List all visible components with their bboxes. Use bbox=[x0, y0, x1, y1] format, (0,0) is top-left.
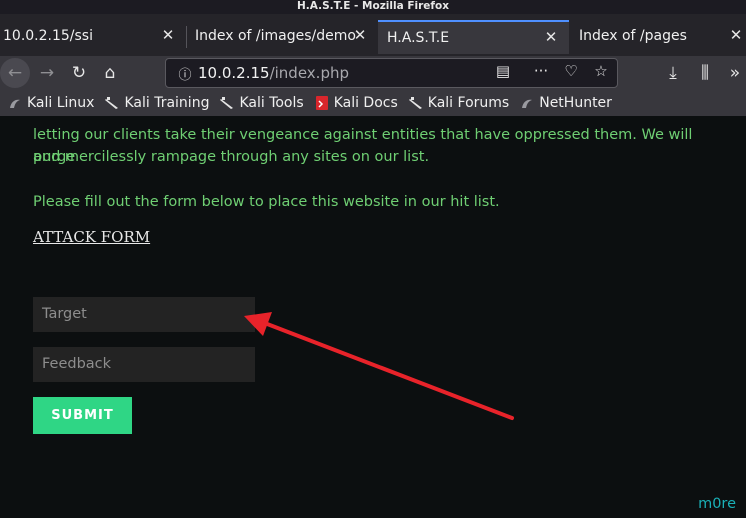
close-tab-icon[interactable]: ✕ bbox=[352, 27, 368, 43]
forward-arrow-icon[interactable]: → bbox=[34, 60, 60, 86]
bookmark-kali-training[interactable]: Kali Training bbox=[105, 95, 209, 111]
kali-sword-icon bbox=[105, 97, 119, 109]
bookmark-kali-docs[interactable]: Kali Docs bbox=[315, 95, 398, 111]
downloads-icon[interactable]: ⤓ bbox=[660, 60, 686, 86]
home-icon[interactable]: ⌂ bbox=[97, 60, 123, 86]
bookmark-star-icon[interactable]: ☆ bbox=[591, 62, 611, 80]
library-icon[interactable]: ⫼ bbox=[692, 60, 718, 86]
site-info-icon[interactable]: ⓘ bbox=[174, 64, 196, 83]
annotation-arrow bbox=[244, 312, 514, 420]
bookmark-label: NetHunter bbox=[539, 95, 612, 111]
tab-images-demo[interactable]: Index of /images/demo ✕ bbox=[187, 18, 378, 54]
close-tab-icon[interactable]: ✕ bbox=[160, 27, 176, 43]
bookmark-label: Kali Forums bbox=[427, 95, 510, 111]
bookmark-kali-tools[interactable]: Kali Tools bbox=[220, 95, 304, 111]
page-content: letting our clients take their vengeance… bbox=[0, 116, 746, 518]
tab-pages[interactable]: Index of /pages ✕ bbox=[569, 18, 746, 54]
close-tab-icon[interactable]: ✕ bbox=[543, 29, 559, 45]
tab-haste[interactable]: H.A.S.T.E ✕ bbox=[378, 20, 569, 54]
url-bar[interactable]: ⓘ 10.0.2.15/index.php ▤ ··· ♡ ☆ bbox=[165, 58, 618, 88]
bookmarks-toolbar: Kali Linux Kali Training Kali Tools Kali… bbox=[0, 90, 746, 116]
bookmark-label: Kali Tools bbox=[239, 95, 304, 111]
kali-docs-icon bbox=[315, 96, 328, 110]
bookmark-label: Kali Training bbox=[124, 95, 210, 111]
back-arrow-icon[interactable]: ← bbox=[2, 60, 28, 86]
url-path: /index.php bbox=[269, 64, 349, 82]
bookmark-kali-linux[interactable]: Kali Linux bbox=[8, 95, 94, 111]
window-title: H.A.S.T.E - Mozilla Firefox bbox=[0, 0, 746, 14]
navigation-bar: ← → ↻ ⌂ ⓘ 10.0.2.15/index.php ▤ ··· ♡ ☆ … bbox=[0, 56, 746, 90]
kali-sword-icon bbox=[220, 97, 234, 109]
tab-strip: 10.0.2.15/ssi ✕ Index of /images/demo ✕ … bbox=[0, 14, 746, 56]
tab-label: Index of /pages bbox=[579, 28, 687, 44]
bookmark-kali-forums[interactable]: Kali Forums bbox=[408, 95, 510, 111]
url-text[interactable]: 10.0.2.15/index.php bbox=[198, 64, 349, 82]
author-signature: m0re bbox=[698, 496, 736, 512]
tab-label: Index of /images/demo bbox=[195, 28, 356, 44]
tab-label: H.A.S.T.E bbox=[387, 30, 450, 46]
reader-view-icon[interactable]: ▤ bbox=[493, 62, 513, 80]
tab-label: 10.0.2.15/ssi bbox=[3, 28, 93, 44]
url-host: 10.0.2.15 bbox=[198, 64, 270, 82]
kali-dragon-icon bbox=[10, 99, 20, 108]
kali-dragon-icon bbox=[522, 99, 533, 108]
tab-ssi[interactable]: 10.0.2.15/ssi ✕ bbox=[0, 18, 186, 54]
overflow-menu-icon[interactable]: » bbox=[722, 60, 746, 86]
pocket-icon[interactable]: ♡ bbox=[561, 62, 581, 80]
bookmark-label: Kali Linux bbox=[27, 95, 95, 111]
bookmark-nethunter[interactable]: NetHunter bbox=[520, 95, 612, 111]
arrow-shaft bbox=[260, 320, 514, 420]
page-actions-icon[interactable]: ··· bbox=[531, 62, 551, 80]
bookmark-label: Kali Docs bbox=[333, 95, 398, 111]
kali-sword-icon bbox=[408, 97, 422, 109]
close-tab-icon[interactable]: ✕ bbox=[728, 27, 744, 43]
reload-icon[interactable]: ↻ bbox=[66, 60, 92, 86]
